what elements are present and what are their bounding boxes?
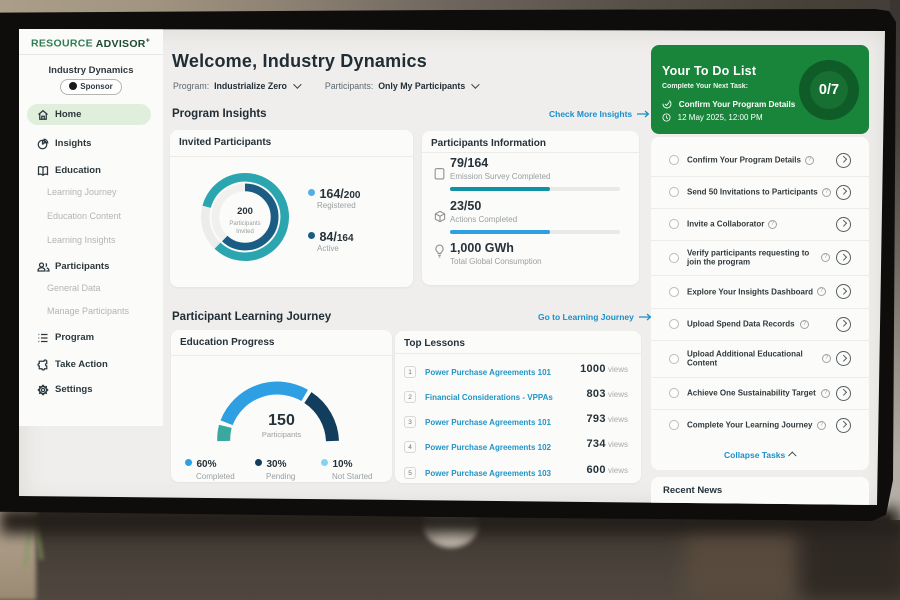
svg-text:Participants: Participants: [229, 221, 260, 227]
svg-text:200: 200: [237, 206, 253, 217]
svg-text:Invited: Invited: [236, 229, 254, 235]
